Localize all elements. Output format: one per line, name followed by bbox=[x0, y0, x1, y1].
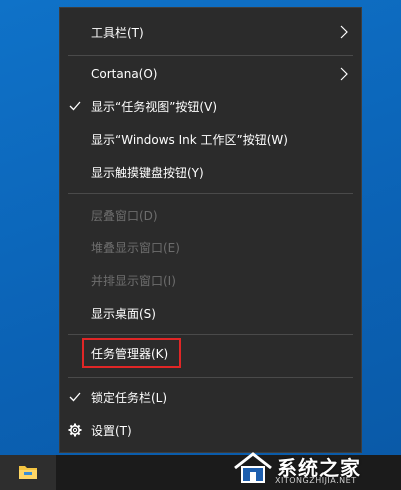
menu-item-show-desktop[interactable]: 显示桌面(S) bbox=[60, 297, 361, 329]
menu-item-stack-windows[interactable]: 堆叠显示窗口(E) bbox=[60, 231, 361, 263]
menu-item-show-touch-keyboard[interactable]: 显示触摸键盘按钮(Y) bbox=[60, 156, 361, 188]
menu-separator bbox=[68, 193, 353, 194]
menu-item-settings[interactable]: 设置(T) bbox=[60, 414, 361, 446]
menu-item-cortana[interactable]: Cortana(O) bbox=[60, 58, 361, 90]
task-manager-highlight-box bbox=[82, 338, 181, 368]
menu-item-label: 设置(T) bbox=[91, 423, 132, 438]
checkmark-icon bbox=[69, 392, 81, 402]
menu-item-show-windows-ink[interactable]: 显示“Windows Ink 工作区”按钮(W) bbox=[60, 123, 361, 155]
menu-item-label: 显示“Windows Ink 工作区”按钮(W) bbox=[91, 132, 288, 147]
menu-item-label: 显示桌面(S) bbox=[91, 306, 156, 321]
menu-item-label: 堆叠显示窗口(E) bbox=[91, 240, 180, 255]
menu-separator bbox=[68, 334, 353, 335]
house-logo-icon bbox=[234, 452, 272, 483]
menu-item-label: 显示触摸键盘按钮(Y) bbox=[91, 165, 204, 180]
menu-item-side-by-side-windows[interactable]: 并排显示窗口(I) bbox=[60, 264, 361, 296]
menu-item-label: 层叠窗口(D) bbox=[91, 208, 158, 223]
menu-item-show-task-view[interactable]: 显示“任务视图”按钮(V) bbox=[60, 90, 361, 122]
checkmark-icon bbox=[69, 101, 81, 111]
watermark: 系统之家 XITONGZHIJIA.NET bbox=[225, 450, 395, 488]
chevron-right-icon bbox=[340, 67, 348, 81]
menu-item-label: 并排显示窗口(I) bbox=[91, 273, 176, 288]
folder-icon bbox=[19, 466, 37, 479]
menu-item-label: 锁定任务栏(L) bbox=[91, 390, 168, 405]
menu-item-lock-taskbar[interactable]: 锁定任务栏(L) bbox=[60, 381, 361, 413]
menu-item-label: Cortana(O) bbox=[91, 67, 158, 81]
menu-separator bbox=[68, 377, 353, 378]
chevron-right-icon bbox=[340, 25, 348, 39]
menu-item-toolbars[interactable]: 工具栏(T) bbox=[60, 16, 361, 48]
menu-separator bbox=[68, 55, 353, 56]
menu-item-label: 工具栏(T) bbox=[91, 25, 144, 40]
menu-item-cascade-windows[interactable]: 层叠窗口(D) bbox=[60, 199, 361, 231]
watermark-subtext: XITONGZHIJIA.NET bbox=[275, 476, 357, 485]
menu-item-label: 显示“任务视图”按钮(V) bbox=[91, 99, 218, 114]
taskbar-context-menu: 工具栏(T) Cortana(O) 显示“任务视图”按钮(V) 显示“Windo… bbox=[59, 7, 362, 453]
gear-icon bbox=[68, 423, 82, 437]
taskbar[interactable]: 系统之家 XITONGZHIJIA.NET bbox=[0, 452, 401, 490]
taskbar-file-explorer-button[interactable] bbox=[0, 455, 56, 490]
